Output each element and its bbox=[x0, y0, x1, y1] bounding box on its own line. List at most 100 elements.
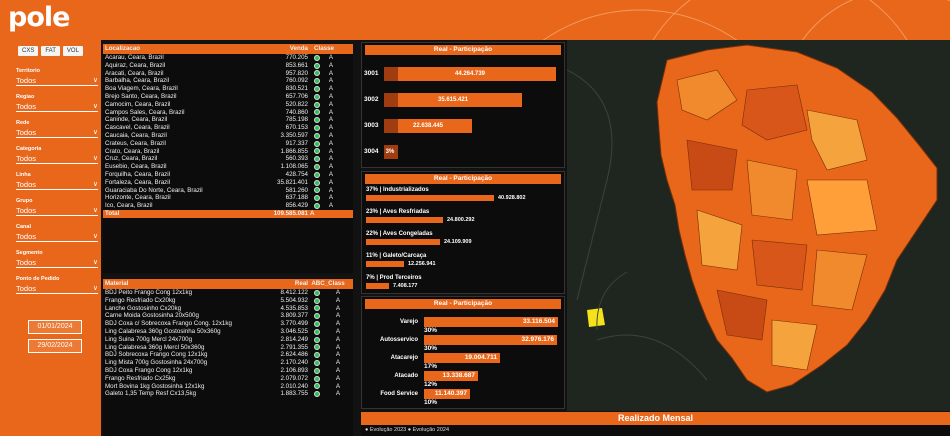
sales-map[interactable] bbox=[566, 40, 950, 411]
table-row[interactable]: BDJ Coxa c/ Sobrecoxa Frango Cong. 12x1k… bbox=[103, 320, 353, 328]
status-cell bbox=[310, 194, 324, 202]
location-cell: Crateus, Ceara, Brazil bbox=[105, 139, 166, 147]
table-row[interactable]: Camocim, Ceara, Brazil 520.822 A bbox=[103, 101, 353, 109]
table-row[interactable]: Horizonte, Ceara, Brazil 637.188 A bbox=[103, 194, 353, 202]
class-cell: A bbox=[328, 69, 334, 77]
bar[interactable]: 44.264.739 bbox=[384, 67, 556, 81]
filter-dropdown[interactable]: Todos ∨ bbox=[16, 75, 98, 86]
bar bbox=[366, 195, 494, 201]
table-row[interactable]: Forquilha, Ceara, Brazil 428.754 A bbox=[103, 171, 353, 179]
table-row[interactable]: Eusebio, Ceara, Brazil 1.108.065 A bbox=[103, 163, 353, 171]
filter-3: Categoria Todos ∨ bbox=[16, 145, 98, 164]
table-row[interactable]: Cruz, Ceara, Brazil 560.393 A bbox=[103, 155, 353, 163]
table-row[interactable]: Crato, Ceara, Brazil 1.866.855 A bbox=[103, 148, 353, 156]
table-row[interactable]: Ico, Ceara, Brazil 856.429 A bbox=[103, 202, 353, 210]
filter-dropdown[interactable]: Todos ∨ bbox=[16, 231, 98, 242]
bar-label: 3001 bbox=[364, 70, 379, 77]
table-row[interactable]: Crateus, Ceara, Brazil 917.337 A bbox=[103, 140, 353, 148]
table-row[interactable]: Galeto 1,35 Temp Resf Cx13,5kg 1.883.755 A bbox=[103, 390, 353, 398]
monthly-chart-panel: Realizado Mensal ● Evolução 2023 ● Evolu… bbox=[361, 412, 950, 436]
table-row[interactable]: Frango Resfriado Cx25kg 2.079.072 A bbox=[103, 375, 353, 383]
location-table: Localizacao Venda Classe Acarau, Ceara, … bbox=[103, 44, 353, 273]
status-cell bbox=[310, 155, 324, 163]
filter-dropdown[interactable]: Todos ∨ bbox=[16, 153, 98, 164]
cxs-button[interactable]: CXS bbox=[18, 46, 39, 56]
material-cell: BDJ Coxa Frango Cong 12x1kg bbox=[105, 366, 193, 374]
vol-button[interactable]: VOL bbox=[62, 46, 83, 56]
venda-cell: 1.866.855 bbox=[280, 147, 308, 155]
share-pct: 10% bbox=[424, 399, 438, 406]
class-cell: A bbox=[328, 194, 334, 202]
status-ok-icon bbox=[314, 305, 320, 312]
table-row[interactable]: BDJ Peito Frango Cong 12x1kg 8.412.122 A bbox=[103, 289, 353, 297]
filter-label: Grupo bbox=[16, 198, 33, 204]
bar-value: 33.116.504 bbox=[522, 318, 555, 325]
bar[interactable]: 22.638.445 bbox=[384, 119, 472, 133]
location-cell: Caucaia, Ceara, Brazil bbox=[105, 131, 167, 139]
table-row[interactable]: Brejo Santo, Ceara, Brazil 657.706 A bbox=[103, 93, 353, 101]
chevron-down-icon: ∨ bbox=[92, 259, 98, 266]
filter-dropdown[interactable]: Todos ∨ bbox=[16, 257, 98, 268]
table-row[interactable]: Aracati, Ceara, Brazil 957.820 A bbox=[103, 70, 353, 78]
share-pct: 17% bbox=[424, 363, 438, 370]
table-total-row: Total 109.585.081 A bbox=[103, 209, 353, 218]
table-row[interactable]: BDJ Sobrecoxa Frango Cong 12x1kg 2.624.48… bbox=[103, 351, 353, 359]
filter-dropdown[interactable]: Todos ∨ bbox=[16, 179, 98, 190]
class-cell: A bbox=[328, 100, 334, 108]
table-row[interactable]: Ling Mista 700g Gostosinha 24x700g 2.170.… bbox=[103, 359, 353, 367]
location-cell: Aquiraz, Ceara, Brazil bbox=[105, 61, 166, 69]
table-row[interactable]: Cascavel, Ceara, Brazil 670.153 A bbox=[103, 124, 353, 132]
bar-value: 35.615.421 bbox=[437, 97, 469, 103]
table-row[interactable]: Caninde, Ceara, Brazil 785.198 A bbox=[103, 116, 353, 124]
bar[interactable]: 35.615.421 bbox=[384, 93, 522, 107]
bar[interactable]: 3% bbox=[384, 145, 398, 159]
table-row[interactable]: Fortaleza, Ceara, Brazil 35.821.401 A bbox=[103, 179, 353, 187]
filter-dropdown[interactable]: Todos ∨ bbox=[16, 205, 98, 216]
bar-value: 3% bbox=[385, 149, 395, 155]
filter-dropdown[interactable]: Todos ∨ bbox=[16, 101, 98, 112]
filter-dropdown[interactable]: Todos ∨ bbox=[16, 283, 98, 294]
status-cell bbox=[310, 351, 324, 359]
date-start[interactable]: 01/01/2024 bbox=[28, 320, 82, 334]
filter-dropdown[interactable]: Todos ∨ bbox=[16, 127, 98, 138]
fat-button[interactable]: FAT bbox=[41, 46, 60, 56]
real-cell: 2.624.486 bbox=[280, 351, 308, 359]
status-ok-icon bbox=[314, 86, 320, 93]
table-row[interactable]: Ling Suina 700g Mercl 24x700g 2.814.249 A bbox=[103, 336, 353, 344]
table-row[interactable]: Guaraciaba Do Norte, Ceara, Brazil 581.26… bbox=[103, 187, 353, 195]
table-row[interactable]: BDJ Coxa Frango Cong 12x1kg 2.106.893 A bbox=[103, 367, 353, 375]
status-ok-icon bbox=[314, 93, 320, 100]
table-row[interactable]: Lanche Gostosinho Cx20kg 4.535.853 A bbox=[103, 305, 353, 313]
venda-cell: 770.205 bbox=[285, 54, 308, 61]
filter-4: Linha Todos ∨ bbox=[16, 171, 98, 190]
table-row[interactable]: Barbalha, Ceara, Brazil 760.092 A bbox=[103, 77, 353, 85]
table-row[interactable]: Aquiraz, Ceara, Brazil 853.661 A bbox=[103, 62, 353, 70]
status-ok-icon bbox=[314, 78, 320, 85]
bar: 33.116.504 bbox=[424, 317, 558, 327]
table-row[interactable]: Campos Sales, Ceara, Brazil 740.860 A bbox=[103, 109, 353, 117]
table-row[interactable]: Ling Calabresa 360g Mercl 50x360g 2.791.3… bbox=[103, 344, 353, 352]
table-row[interactable]: Mort Bovina 1kg Gostosinha 12x1kg 2.010.2… bbox=[103, 383, 353, 391]
status-cell bbox=[310, 54, 324, 62]
table-row[interactable]: Boa Viagem, Ceara, Brazil 830.521 A bbox=[103, 85, 353, 93]
date-end[interactable]: 29/02/2024 bbox=[28, 339, 82, 353]
table-row[interactable]: Caucaia, Ceara, Brazil 3.350.597 A bbox=[103, 132, 353, 140]
channel-label: Autosservico bbox=[379, 337, 418, 343]
chevron-down-icon: ∨ bbox=[92, 103, 98, 110]
material-cell: Frango Resfriado Cx20kg bbox=[105, 296, 176, 304]
table-row[interactable]: Frango Resfriado Cx20kg 5.504.932 A bbox=[103, 297, 353, 305]
location-cell: Brejo Santo, Ceara, Brazil bbox=[105, 92, 177, 100]
category-label: 23% | Aves Resfriadas bbox=[366, 209, 430, 215]
table-row[interactable]: Acarau, Ceara, Brazil 770.205 A bbox=[103, 54, 353, 62]
channel-label: Atacarejo bbox=[390, 355, 418, 361]
status-cell bbox=[310, 312, 324, 320]
status-cell bbox=[310, 336, 324, 344]
table-row[interactable]: Carne Moida Gostosinha 20x500g 3.809.377 A bbox=[103, 312, 353, 320]
table-row[interactable]: Ling Calabresa 360g Gostosinha 50x360g 3.… bbox=[103, 328, 353, 336]
class-cell: A bbox=[328, 178, 334, 186]
status-ok-icon bbox=[314, 109, 320, 116]
real-cell: 2.010.240 bbox=[280, 382, 308, 390]
filter-value: Todos bbox=[16, 153, 37, 163]
real-cell: 4.535.853 bbox=[280, 304, 308, 312]
branch-share-panel: Real - Participação 3001 44.264.739 3002 35… bbox=[361, 42, 565, 168]
